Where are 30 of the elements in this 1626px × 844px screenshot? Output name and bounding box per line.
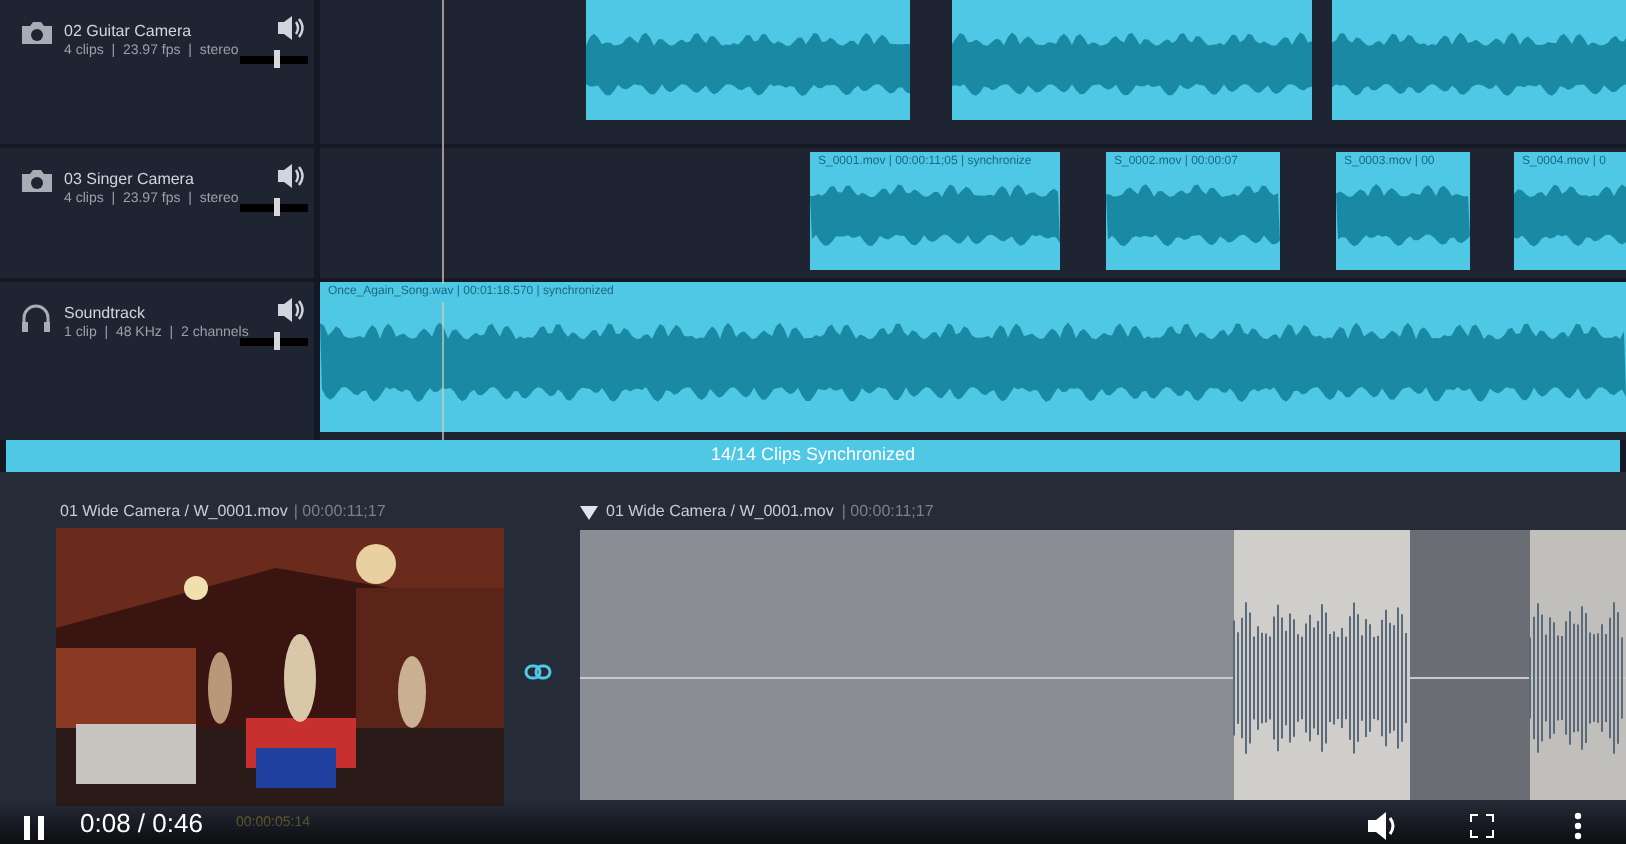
volume-slider[interactable] [240,56,308,64]
speaker-icon[interactable] [278,298,306,322]
audio-clip[interactable] [1332,0,1626,120]
audio-clip[interactable] [952,0,1312,120]
link-icon [524,664,552,680]
track-name: 02 Guitar Camera [64,20,192,43]
camera-icon [20,168,54,194]
preview-title: 01 Wide Camera / W_0001.mov [60,500,288,524]
sync-status-bar: 14/14 Clips Synchronized [6,440,1620,472]
volume-thumb[interactable] [274,50,281,68]
volume-slider[interactable] [240,204,308,212]
speaker-icon[interactable] [278,164,306,188]
pause-button[interactable] [20,814,48,842]
camera-icon [20,20,54,46]
headphones-icon [20,302,52,334]
track-name: Soundtrack [64,302,145,325]
waveform-title: 01 Wide Camera / W_0001.mov [606,500,834,524]
fullscreen-icon[interactable] [1470,814,1494,838]
track-name: 03 Singer Camera [64,168,194,191]
waveform-timecode: | 00:00:11;17 [841,500,934,524]
caret-icon[interactable] [580,505,598,519]
volume-slider[interactable] [240,338,308,346]
volume-icon[interactable] [1368,812,1400,840]
playback-time: 0:08 / 0:46 [80,805,203,841]
more-options-icon[interactable] [1574,812,1582,840]
preview-timecode: | 00:00:11;17 [293,500,386,524]
volume-thumb[interactable] [274,332,281,350]
speaker-icon[interactable] [278,16,306,40]
audio-clip[interactable] [586,0,910,120]
volume-thumb[interactable] [274,198,281,216]
